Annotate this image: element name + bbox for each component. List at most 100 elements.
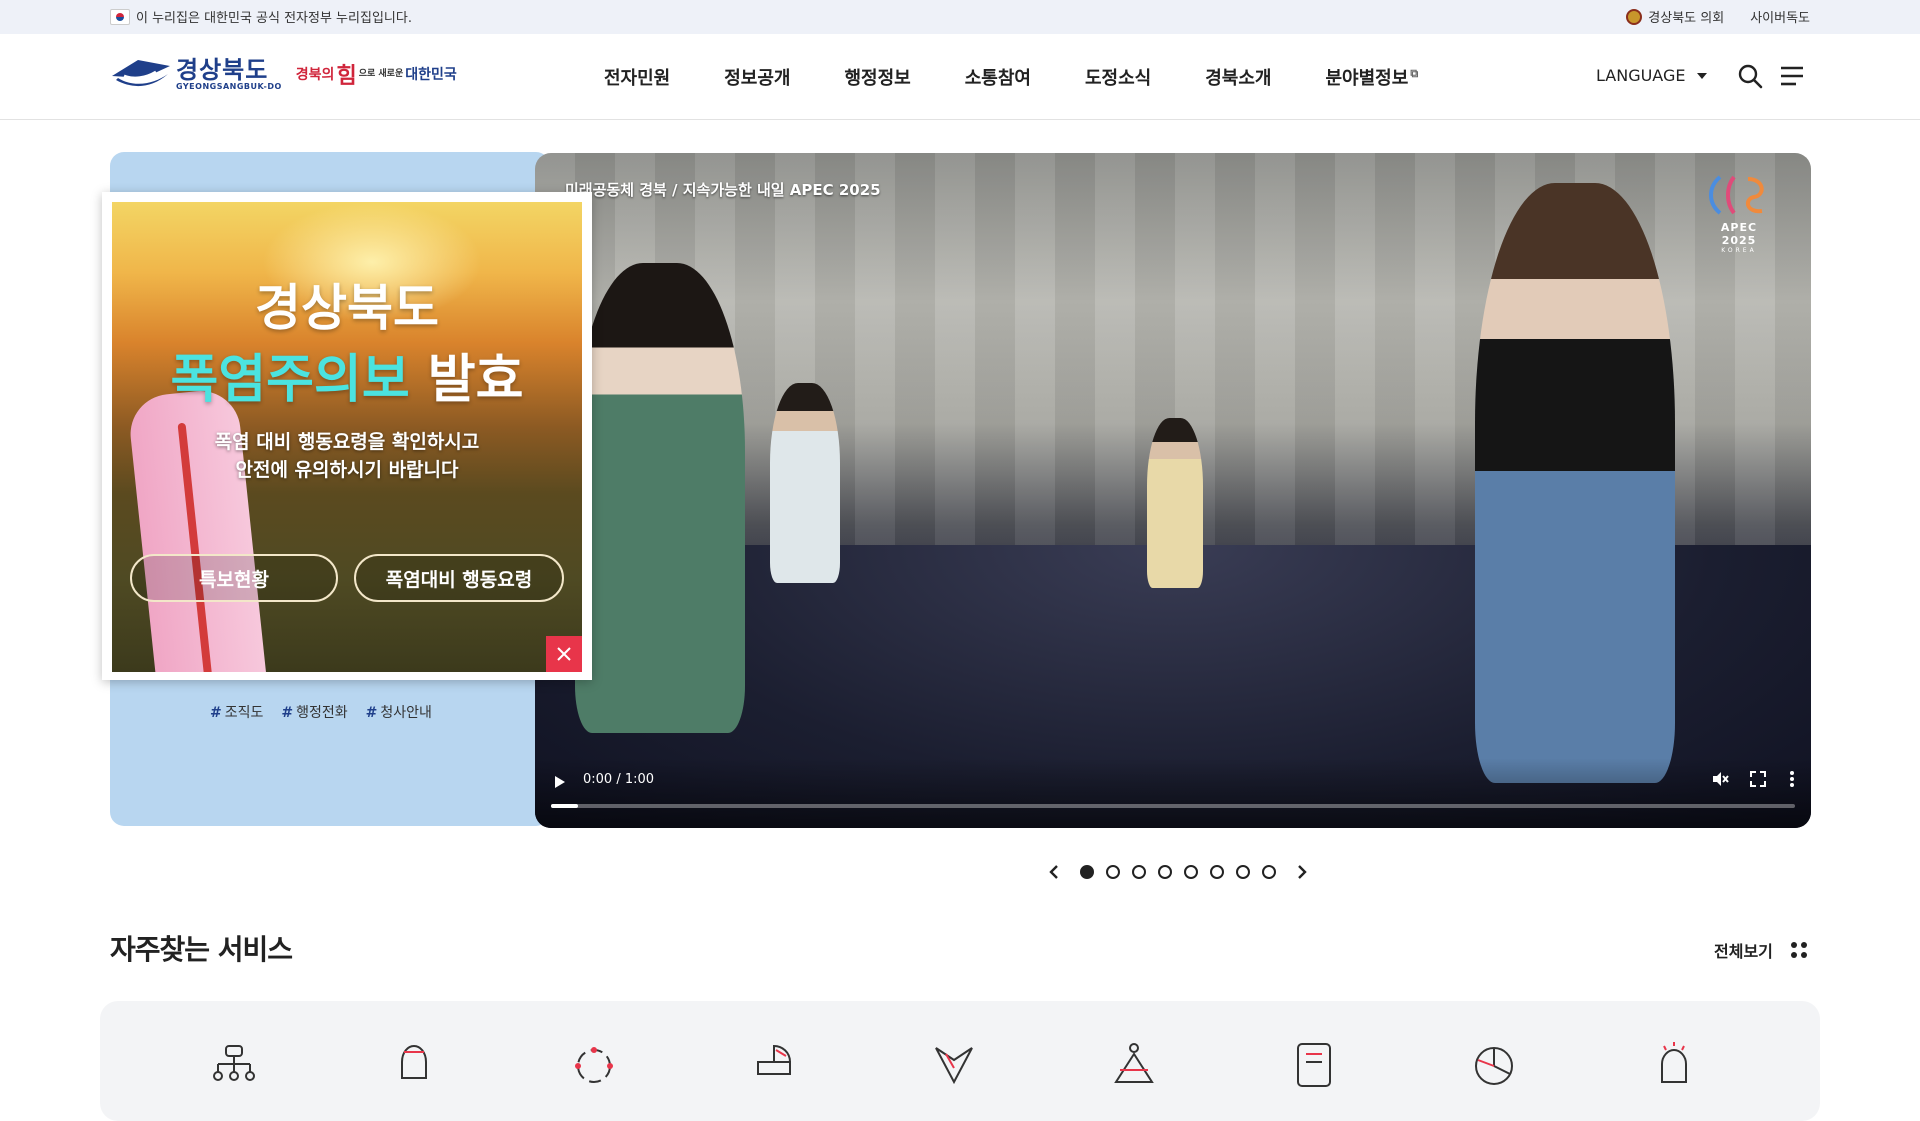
language-label: LANGUAGE [1596, 66, 1686, 85]
nav-item-admin-info[interactable]: 행정정보 [845, 64, 911, 90]
council-link[interactable]: 경상북도 의회 [1626, 7, 1724, 26]
video-figure [1147, 418, 1203, 588]
tag-label: 조직도 [224, 705, 264, 721]
warning-status-button[interactable]: 특보현황 [130, 554, 338, 602]
circle-nodes-icon[interactable] [570, 1042, 618, 1090]
slider-pagination [1040, 862, 1316, 882]
slogan: 경북의 힘 으로 새로운 대한민국 [296, 58, 457, 90]
fullscreen-icon[interactable] [1749, 770, 1767, 788]
slider-dot[interactable] [1210, 865, 1224, 879]
nav-item-field-info[interactable]: 분야별정보 ⧉ [1326, 64, 1419, 90]
main-nav: 전자민원 정보공개 행정정보 소통참여 도정소식 경북소개 분야별정보 ⧉ [604, 64, 1418, 90]
tag-label: 행정전화 [296, 705, 348, 721]
nav-item-info-disclosure[interactable]: 정보공개 [724, 64, 790, 90]
video-progress-bar[interactable] [551, 804, 1795, 808]
gov-notice-bar: 이 누리집은 대한민국 공식 전자정부 누리집입니다. 경상북도 의회 사이버독… [0, 0, 1920, 34]
logo-english: GYEONGSANGBUK-DO [176, 81, 282, 91]
popup-title-line2: 폭염주의보 발효 [112, 337, 582, 412]
language-select[interactable]: LANGUAGE [1596, 66, 1708, 85]
promo-video-player[interactable]: 미래공동체 경북 / 지속가능한 내일 APEC 2025 APEC 2025 … [535, 153, 1811, 828]
logo-mark-icon [112, 60, 170, 87]
slider-dot[interactable] [1132, 865, 1146, 879]
chevron-left-icon [1049, 865, 1058, 879]
logo-korean: 경상북도 [176, 55, 269, 84]
menu-icon[interactable] [1778, 62, 1806, 90]
tag-org-chart[interactable]: # 조직도 [210, 702, 263, 722]
prev-slide-button[interactable] [1040, 862, 1068, 882]
video-controls: 0:00 / 1:00 [535, 758, 1811, 828]
nav-item-participation[interactable]: 소통참여 [965, 64, 1031, 90]
mute-icon[interactable] [1711, 770, 1729, 788]
chevron-right-icon [1298, 865, 1307, 879]
alarm-icon[interactable] [1650, 1042, 1698, 1090]
apec-label: APEC 2025 [1720, 221, 1758, 247]
popup-description: 폭염 대비 행동요령을 확인하시고 안전에 유의하시기 바랍니다 [112, 428, 582, 484]
popup-title-line1: 경상북도 [255, 279, 439, 337]
apec-sub: KOREA [1721, 247, 1757, 254]
site-logo[interactable]: 경상북도 GYEONGSANGBUK-DO 경북의 힘 으로 새로운 대한민국 [110, 54, 457, 94]
council-link-label: 경상북도 의회 [1648, 11, 1725, 26]
document-icon[interactable] [1290, 1042, 1338, 1090]
next-slide-button[interactable] [1288, 862, 1316, 882]
slider-dot[interactable] [1184, 865, 1198, 879]
tag-hash: # [365, 705, 378, 721]
tag-admin-phone[interactable]: # 행정전화 [281, 702, 347, 722]
close-popup-button[interactable] [546, 636, 582, 672]
slider-dot[interactable] [1158, 865, 1172, 879]
gov-links: 경상북도 의회 사이버독도 [1626, 7, 1810, 26]
gov-notice: 이 누리집은 대한민국 공식 전자정부 누리집입니다. [110, 7, 412, 26]
bell-icon[interactable] [390, 1042, 438, 1090]
heat-warning-popup: 경상북도 폭염주의보 발효 폭염 대비 행동요령을 확인하시고 안전에 유의하시… [102, 192, 592, 680]
slogan-end: 대한민국 [405, 67, 457, 83]
video-time: 0:00 / 1:00 [583, 772, 655, 787]
tag-office-guide[interactable]: # 청사안내 [366, 702, 432, 722]
grid-dots-icon [1790, 942, 1807, 958]
person-location-icon[interactable] [1110, 1042, 1158, 1090]
apec-logo-icon [1709, 175, 1764, 215]
nav-item-field-info-label: 분야별정보 [1325, 68, 1409, 89]
apec-logo: APEC 2025 KOREA [1703, 173, 1775, 254]
organization-icon[interactable] [210, 1042, 258, 1090]
video-figure [1475, 183, 1675, 783]
slider-dot[interactable] [1106, 865, 1120, 879]
tag-hash: # [281, 705, 294, 721]
more-options-icon[interactable] [1789, 770, 1795, 788]
slider-dot[interactable] [1236, 865, 1250, 879]
service-icon-row [210, 1042, 1698, 1090]
search-icon[interactable] [1736, 62, 1764, 90]
slider-dot[interactable] [1262, 865, 1276, 879]
slogan-red: 힘 [336, 64, 357, 89]
slogan-main: 경북의 [295, 67, 335, 83]
tag-label: 청사안내 [380, 705, 432, 721]
gov-notice-text: 이 누리집은 대한민국 공식 전자정부 누리집입니다. [136, 11, 412, 26]
frequent-services-title: 자주찾는 서비스 [110, 933, 293, 966]
popup-desc-line2: 안전에 유의하시기 바랍니다 [235, 459, 459, 481]
play-icon[interactable] [555, 776, 565, 788]
stroller-icon[interactable] [750, 1042, 798, 1090]
council-seal-icon [1626, 9, 1643, 25]
chevron-down-icon [1697, 72, 1708, 79]
pie-chart-icon[interactable] [1470, 1042, 1518, 1090]
slider-dot[interactable] [1080, 865, 1094, 879]
popup-title-rest: 발효 [409, 350, 524, 410]
quick-tags: # 조직도 # 행정전화 # 청사안내 [210, 702, 432, 722]
view-all-button[interactable]: 전체보기 [1714, 938, 1807, 962]
tag-hash: # [210, 705, 222, 721]
nav-item-e-civil[interactable]: 전자민원 [604, 64, 670, 90]
video-figure [575, 263, 745, 733]
view-all-label: 전체보기 [1714, 942, 1773, 961]
video-progress-fill [551, 804, 579, 808]
vote-icon[interactable] [930, 1042, 978, 1090]
popup-desc-line1: 폭염 대비 행동요령을 확인하시고 [214, 431, 480, 453]
close-icon [557, 647, 571, 661]
slogan-small: 으로 새로운 [358, 69, 404, 79]
heat-warning-banner: 경상북도 폭염주의보 발효 폭염 대비 행동요령을 확인하시고 안전에 유의하시… [112, 202, 582, 672]
video-title: 미래공동체 경북 / 지속가능한 내일 APEC 2025 [565, 181, 881, 199]
external-link-icon: ⧉ [1410, 67, 1419, 80]
heat-guide-button[interactable]: 폭염대비 행동요령 [354, 554, 564, 602]
popup-title-highlight: 폭염주의보 [170, 350, 410, 410]
nav-item-about[interactable]: 경북소개 [1205, 64, 1271, 90]
cyber-dokdo-link[interactable]: 사이버독도 [1750, 7, 1810, 26]
nav-item-news[interactable]: 도정소식 [1085, 64, 1151, 90]
video-figure [770, 383, 840, 583]
